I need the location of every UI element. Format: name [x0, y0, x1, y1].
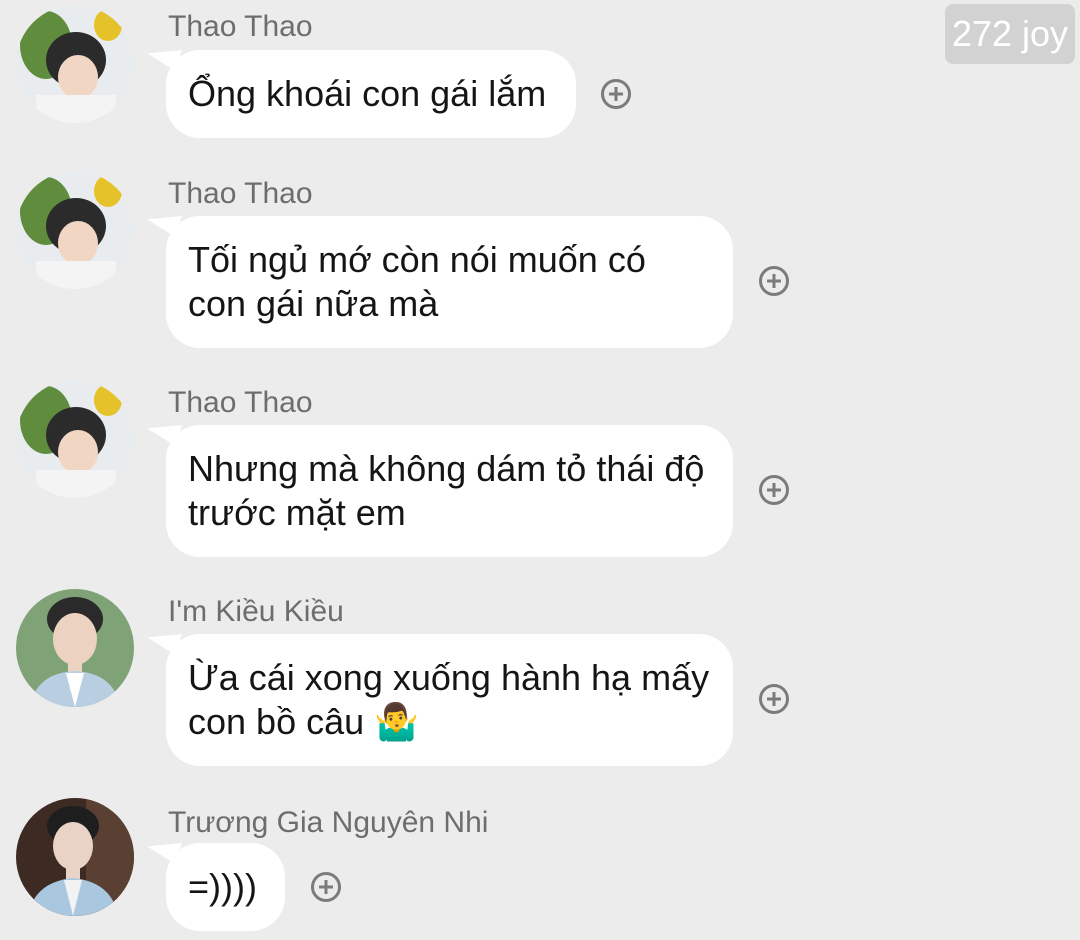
add-reaction-icon[interactable]	[601, 79, 631, 109]
add-reaction-icon[interactable]	[759, 475, 789, 505]
sender-name: I'm Kiều Kiều	[168, 595, 344, 628]
message-bubble[interactable]: Nhưng mà không dám tỏ thái độ trước mặt …	[144, 415, 733, 557]
sender-name: Thao Thao	[168, 386, 313, 419]
message-text: con bồ câu 🤷‍♂️	[188, 701, 419, 742]
avatar[interactable]	[16, 798, 134, 916]
watermark-label: 272 joy	[945, 4, 1075, 64]
message-bubble[interactable]: Ổng khoái con gái lắm	[144, 40, 576, 138]
add-reaction-icon[interactable]	[759, 266, 789, 296]
message-bubble[interactable]: Ừa cái xong xuống hành hạ mấy con bồ câu…	[144, 624, 733, 766]
message-text: Tối ngủ mớ còn nói muốn có	[188, 239, 646, 280]
avatar[interactable]	[16, 171, 134, 289]
message-bubble[interactable]: =))))	[144, 833, 285, 931]
message-text: trước mặt em	[188, 492, 406, 533]
message-bubble[interactable]: Tối ngủ mớ còn nói muốn có con gái nữa m…	[144, 206, 733, 348]
sender-name: Thao Thao	[168, 177, 313, 210]
message-text: Nhưng mà không dám tỏ thái độ	[188, 448, 705, 489]
bubble-tail	[144, 40, 182, 71]
message-text: con gái nữa mà	[188, 283, 439, 324]
avatar[interactable]	[16, 380, 134, 498]
add-reaction-icon[interactable]	[311, 872, 341, 902]
avatar[interactable]	[16, 5, 134, 123]
sender-name: Trương Gia Nguyên Nhi	[168, 806, 489, 839]
avatar[interactable]	[16, 589, 134, 707]
add-reaction-icon[interactable]	[759, 684, 789, 714]
message-text: Ừa cái xong xuống hành hạ mấy	[188, 657, 710, 698]
sender-name: Thao Thao	[168, 10, 313, 43]
message-text: =))))	[188, 866, 257, 907]
message-text: Ổng khoái con gái lắm	[188, 73, 547, 114]
